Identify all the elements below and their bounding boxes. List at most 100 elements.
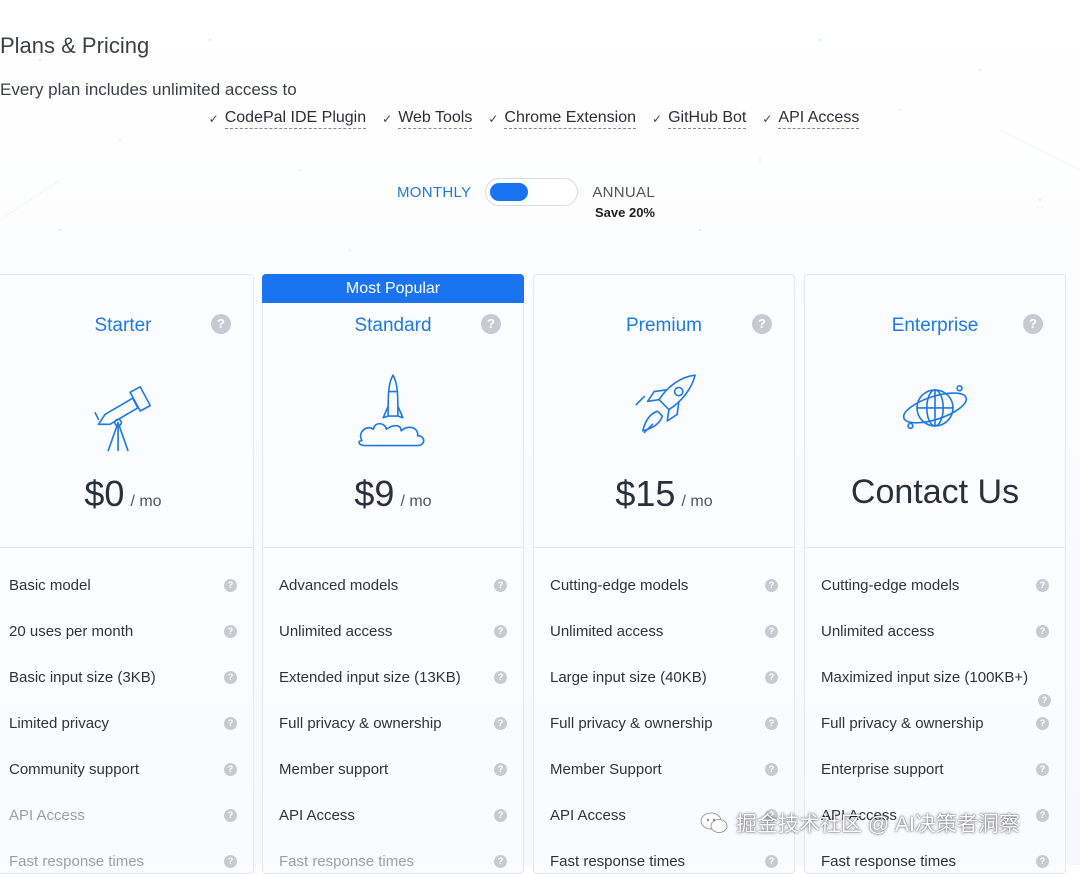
help-icon[interactable]: ? — [211, 314, 231, 334]
globe-orbit-icon — [902, 385, 968, 430]
feature-label: Fast response times — [550, 852, 686, 870]
feature-help-icon[interactable]: ? — [1036, 854, 1049, 868]
feature-row: Fast response times? — [9, 849, 237, 873]
plan-price: $0 / mo — [0, 473, 253, 515]
feature-help-icon[interactable]: ? — [1036, 578, 1049, 592]
feature-label: Enterprise support — [821, 760, 944, 778]
included-tool-label: API Access — [778, 109, 860, 129]
feature-help-icon[interactable]: ? — [765, 716, 778, 730]
feature-row: Extended input size (13KB)? — [279, 665, 507, 689]
feature-help-icon[interactable]: ? — [494, 808, 507, 822]
telescope-icon — [94, 386, 152, 452]
feature-row: API Access? — [279, 803, 507, 827]
feature-help-icon[interactable]: ? — [224, 578, 237, 592]
feature-label: Large input size (40KB) — [550, 668, 707, 686]
feature-help-icon[interactable]: ? — [494, 854, 507, 868]
price-period: / mo — [400, 493, 432, 510]
feature-row: Unlimited access? — [821, 619, 1049, 643]
plan-price: $15 / mo — [534, 473, 794, 515]
wechat-icon — [700, 812, 728, 833]
plan-card-starter: Starter? $0/ mo Basic model? 20 uses per mo… — [0, 274, 254, 874]
feature-help-icon[interactable]: ? — [1036, 716, 1049, 730]
most-popular-badge: Most Popular — [262, 274, 524, 303]
billing-period-switch[interactable] — [485, 178, 579, 206]
plan-card-header: Most Popular Standard? $9/ mo — [262, 274, 524, 548]
included-tool[interactable]: ✓ CodePal IDE Plugin — [208, 109, 367, 129]
feature-help-icon[interactable]: ? — [1036, 808, 1049, 822]
feature-help-icon[interactable]: ? — [765, 578, 778, 592]
feature-help-icon[interactable]: ? — [1038, 694, 1051, 707]
feature-row: Limited privacy? — [9, 711, 237, 735]
feature-label: Unlimited access — [550, 622, 664, 640]
feature-row: Maximized input size (100KB+)? — [821, 665, 1049, 689]
plan-card-enterprise: Enterprise? Contact Us Cutting-edge models… — [804, 274, 1066, 874]
feature-help-icon[interactable]: ? — [494, 578, 507, 592]
included-tool[interactable]: ✓ GitHub Bot — [652, 109, 747, 129]
included-tool-label: Web Tools — [398, 109, 473, 129]
feature-help-icon[interactable]: ? — [765, 762, 778, 776]
check-icon: ✓ — [488, 112, 499, 126]
price-amount: $15 — [615, 473, 676, 514]
feature-help-icon[interactable]: ? — [494, 716, 507, 730]
rocket-launch-icon — [358, 374, 425, 447]
feature-help-icon[interactable]: ? — [224, 808, 237, 822]
feature-help-icon[interactable]: ? — [765, 670, 778, 684]
feature-help-icon[interactable]: ? — [494, 624, 507, 638]
included-tool-label: GitHub Bot — [668, 109, 747, 129]
feature-help-icon[interactable]: ? — [1036, 624, 1049, 638]
feature-help-icon[interactable]: ? — [224, 670, 237, 684]
check-icon: ✓ — [208, 112, 219, 126]
feature-help-icon[interactable]: ? — [224, 716, 237, 730]
contact-us-label[interactable]: Contact Us — [851, 473, 1019, 511]
feature-label: API Access — [9, 806, 85, 824]
plan-card-header: Starter? $0/ mo — [0, 275, 253, 548]
feature-label: Full privacy & ownership — [550, 714, 713, 732]
feature-label: Unlimited access — [279, 622, 393, 640]
feature-label: Basic input size (3KB) — [9, 668, 156, 686]
feature-row: Enterprise support? — [821, 757, 1049, 781]
feature-label: Fast response times — [9, 852, 145, 870]
feature-label: Fast response times — [279, 852, 415, 870]
feature-row: Fast response times? — [550, 849, 778, 873]
feature-help-icon[interactable]: ? — [494, 762, 507, 776]
price-period: / mo — [130, 493, 162, 510]
plan-card-standard: Most Popular Standard? $9/ mo Advanced mode… — [262, 274, 524, 874]
feature-label: Fast response times — [821, 852, 957, 870]
included-tool[interactable]: ✓ Chrome Extension — [488, 109, 637, 129]
annual-savings-note: Save 20% — [595, 205, 655, 220]
watermark-text: 掘金技术社区 @ AI决策者洞察 — [736, 813, 1020, 836]
feature-label: Cutting-edge models — [821, 576, 960, 594]
page-subtitle: Every plan includes unlimited access to — [0, 80, 297, 99]
feature-row: Fast response times? — [279, 849, 507, 873]
feature-row: Member Support? — [550, 757, 778, 781]
help-icon[interactable]: ? — [752, 314, 772, 334]
page-title: Plans & Pricing — [0, 33, 150, 58]
feature-row: Basic input size (3KB)? — [9, 665, 237, 689]
feature-help-icon[interactable]: ? — [765, 624, 778, 638]
price-amount: $9 — [354, 473, 395, 514]
monthly-label[interactable]: MONTHLY — [397, 184, 471, 201]
feature-help-icon[interactable]: ? — [765, 854, 778, 868]
included-tool-label: Chrome Extension — [504, 109, 637, 129]
help-icon[interactable]: ? — [481, 314, 501, 334]
feature-help-icon[interactable]: ? — [224, 854, 237, 868]
feature-label: API Access — [279, 806, 355, 824]
feature-label: Advanced models — [279, 576, 399, 594]
feature-row: 20 uses per month? — [9, 619, 237, 643]
help-icon[interactable]: ? — [1023, 314, 1043, 334]
plan-card-premium: Premium? $15/ mo Cutting-edge models? Unlim… — [533, 274, 795, 874]
annual-label[interactable]: ANNUAL — [592, 184, 655, 201]
feature-help-icon[interactable]: ? — [494, 670, 507, 684]
feature-help-icon[interactable]: ? — [224, 624, 237, 638]
feature-row: Community support? — [9, 757, 237, 781]
switch-knob — [490, 183, 529, 201]
included-tool[interactable]: ✓ API Access — [762, 109, 860, 129]
billing-toggle-row: MONTHLY ANNUAL — [397, 178, 655, 206]
feature-help-icon[interactable]: ? — [1036, 762, 1049, 776]
feature-label: Maximized input size (100KB+) — [821, 668, 1029, 686]
included-tool[interactable]: ✓ Web Tools — [382, 109, 473, 129]
feature-label: Unlimited access — [821, 622, 935, 640]
feature-label: 20 uses per month — [9, 622, 134, 640]
feature-help-icon[interactable]: ? — [224, 762, 237, 776]
plan-card-header: Premium? $15/ mo — [534, 275, 794, 548]
